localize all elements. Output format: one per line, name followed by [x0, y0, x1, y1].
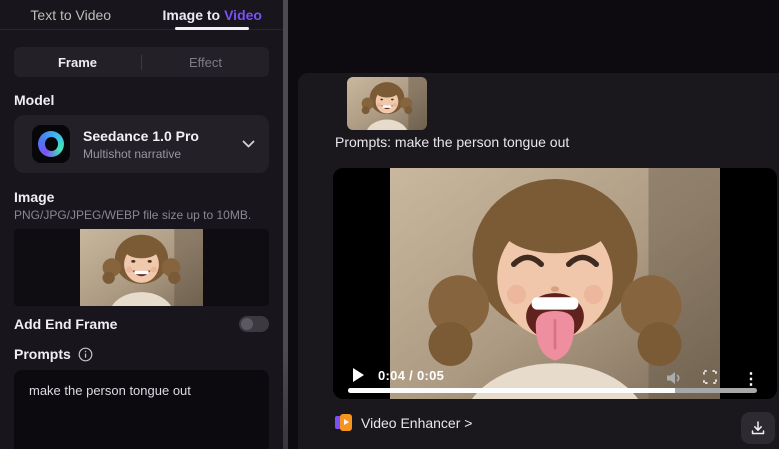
prompt-input[interactable]: make the person tongue out — [14, 370, 269, 449]
model-name: Seedance 1.0 Pro — [83, 127, 199, 144]
video-enhancer-label: Video Enhancer > — [361, 414, 473, 431]
time-display: 0:04 / 0:05 — [378, 368, 445, 383]
enhancer-play-glyph — [344, 419, 349, 425]
image-format-hint: PNG/JPG/JPEG/WEBP file size up to 10MB. — [14, 208, 252, 222]
image-upload-preview[interactable] — [14, 229, 269, 306]
tab-image-to-video-accent: Video — [224, 6, 262, 23]
progress-bar[interactable] — [348, 388, 757, 393]
video-player[interactable]: 0:04 / 0:05 ⋮ — [333, 168, 777, 399]
download-icon — [751, 421, 765, 435]
frame-tab[interactable]: Frame — [14, 47, 141, 77]
seedance-ring-hole — [45, 137, 58, 151]
effect-tab[interactable]: Effect — [142, 47, 269, 77]
video-enhancer-icon — [335, 414, 352, 431]
tab-image-to-video[interactable]: Image to Video — [142, 0, 284, 30]
info-icon[interactable] — [78, 347, 93, 362]
result-panel: Prompts: make the person tongue out 0:04… — [298, 73, 779, 449]
seedance-logo-icon — [32, 125, 70, 163]
active-tab-underline — [175, 27, 250, 30]
generated-video — [390, 168, 720, 399]
more-options-icon[interactable]: ⋮ — [743, 372, 759, 388]
input-image-thumbnail[interactable] — [347, 77, 427, 130]
frame-effect-toggle: Frame Effect — [14, 47, 269, 77]
model-subtitle: Multishot narrative — [83, 146, 182, 161]
input-image — [347, 77, 427, 130]
image-section-label: Image — [14, 189, 55, 205]
prompts-label: Prompts — [14, 346, 71, 362]
download-button[interactable] — [741, 412, 775, 444]
mode-tabs: Text to Video Image to Video — [0, 0, 283, 30]
fullscreen-icon[interactable] — [703, 370, 717, 384]
chevron-down-icon — [242, 140, 255, 148]
prompt-caption: Prompts: make the person tongue out — [335, 134, 570, 150]
model-texts: Seedance 1.0 Pro Multishot narrative — [83, 128, 199, 161]
volume-icon[interactable] — [666, 371, 683, 385]
tab-text-to-video[interactable]: Text to Video — [0, 0, 142, 29]
sidebar: Text to Video Image to Video Frame Effec… — [0, 0, 283, 449]
add-end-frame-toggle[interactable] — [239, 316, 269, 332]
model-section-label: Model — [14, 92, 55, 108]
progress-fill — [348, 388, 676, 393]
video-enhancer-link[interactable]: Video Enhancer > — [335, 414, 472, 431]
tab-image-to-video-label: Image to — [162, 6, 221, 23]
generation-area: Prompts: make the person tongue out 0:04… — [288, 0, 779, 449]
tab-text-to-video-label: Text to Video — [30, 6, 112, 23]
model-selector[interactable]: Seedance 1.0 Pro Multishot narrative — [14, 115, 269, 173]
add-end-frame-row: Add End Frame — [14, 316, 269, 332]
uploaded-image — [80, 229, 203, 306]
image-to-video-app: Text to Video Image to Video Frame Effec… — [0, 0, 779, 449]
play-button[interactable] — [353, 368, 364, 382]
add-end-frame-label: Add End Frame — [14, 316, 118, 332]
prompts-label-row: Prompts — [14, 346, 269, 362]
toggle-knob — [241, 318, 253, 330]
